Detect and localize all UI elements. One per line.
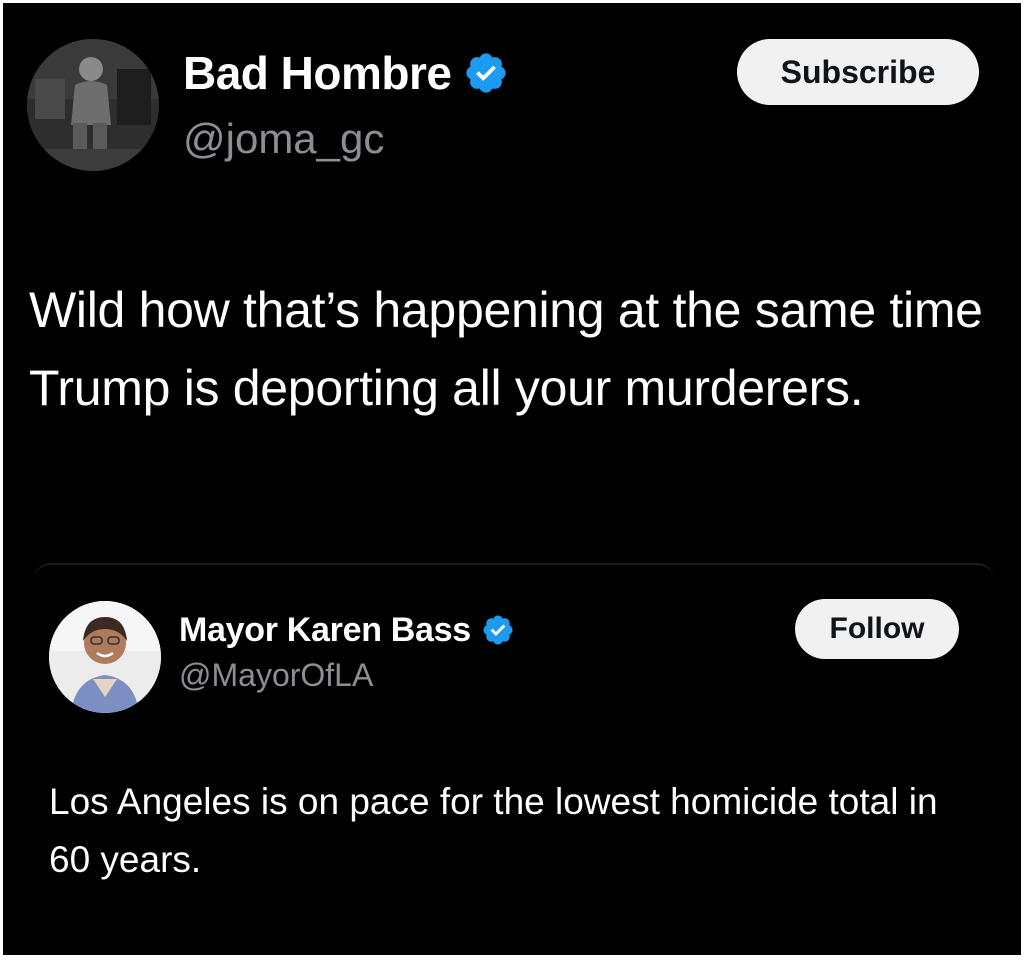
verified-badge-icon <box>466 53 507 93</box>
quoted-author-display-name[interactable]: Mayor Karen Bass <box>179 609 471 651</box>
follow-button[interactable]: Follow <box>795 599 959 659</box>
avatar[interactable] <box>27 39 159 171</box>
screenshot-frame: Bad Hombre @joma_gc Subscribe Wild how t… <box>3 3 1021 955</box>
quoted-avatar-photo-icon <box>49 601 161 713</box>
author-display-name[interactable]: Bad Hombre <box>183 45 452 101</box>
quoted-avatar[interactable] <box>49 601 161 713</box>
verified-badge-icon <box>483 615 513 645</box>
author-name-row: Bad Hombre <box>183 45 509 101</box>
quoted-author-handle[interactable]: @MayorOfLA <box>179 655 373 695</box>
author-handle[interactable]: @joma_gc <box>183 113 384 165</box>
quoted-tweet-card[interactable]: Mayor Karen Bass @MayorOfLA Follow Los A… <box>33 563 995 925</box>
subscribe-button[interactable]: Subscribe <box>737 39 979 105</box>
quoted-tweet-text: Los Angeles is on pace for the lowest ho… <box>49 781 938 880</box>
avatar-photo-icon <box>27 39 159 171</box>
tweet-text: Wild how that’s happening at the same ti… <box>29 282 983 416</box>
quoted-author-name-row: Mayor Karen Bass <box>179 609 515 651</box>
